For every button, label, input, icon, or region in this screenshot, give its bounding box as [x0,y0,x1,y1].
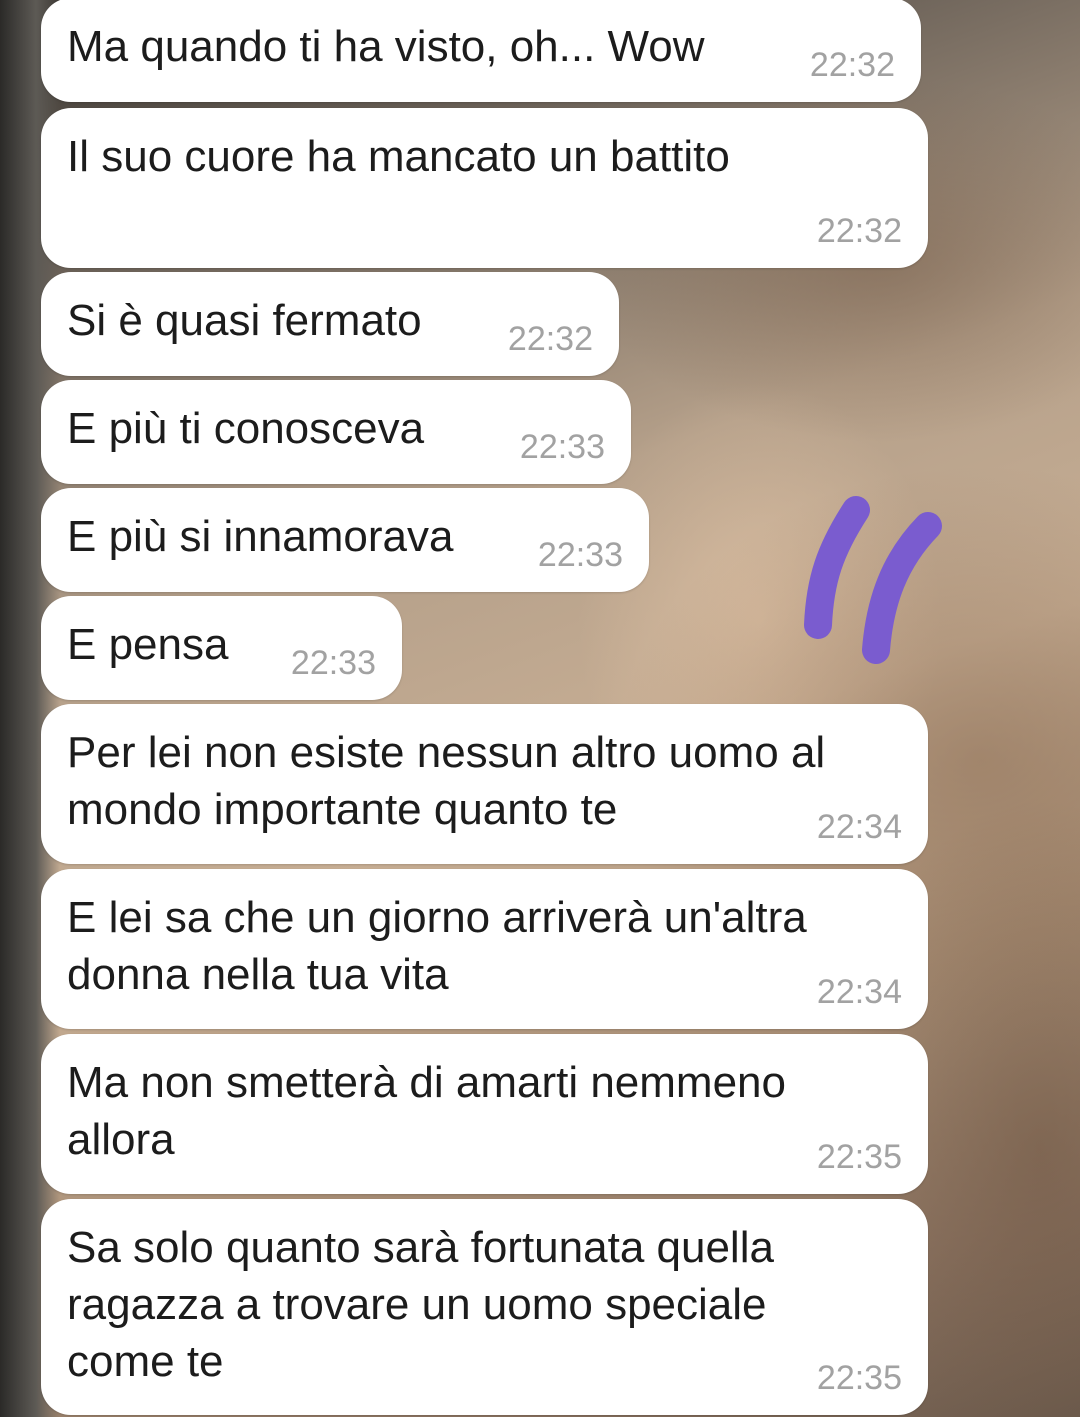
message-bubble[interactable]: Ma non smetterà di amarti nemmeno allora… [41,1034,928,1194]
message-timestamp: 22:35 [816,1138,902,1176]
chat-message-list[interactable]: Ma quando ti ha visto, oh... Wow 22:32 I… [0,0,1080,1417]
message-timestamp: 22:32 [809,46,895,84]
message-timestamp: 22:33 [519,428,605,466]
message-text: E lei sa che un giorno arriverà un'altra… [67,893,807,999]
handwritten-double-quote-icon [804,496,942,664]
message-timestamp: 22:32 [507,320,593,358]
message-timestamp: 22:33 [537,536,623,574]
message-text: Ma quando ti ha visto, oh... Wow [67,22,705,71]
message-timestamp: 22:33 [290,644,376,682]
message-timestamp: 22:34 [816,973,902,1011]
message-text: Sa solo quanto sarà fortunata quella rag… [67,1223,774,1386]
message-bubble[interactable]: Per lei non esiste nessun altro uomo al … [41,704,928,864]
message-bubble[interactable]: Sa solo quanto sarà fortunata quella rag… [41,1199,928,1415]
message-bubble[interactable]: E lei sa che un giorno arriverà un'altra… [41,869,928,1029]
message-text: Ma non smetterà di amarti nemmeno allora [67,1058,786,1164]
message-bubble[interactable]: E pensa 22:33 [41,596,402,700]
message-text: Il suo cuore ha mancato un battito [67,132,730,181]
message-bubble[interactable]: Ma quando ti ha visto, oh... Wow 22:32 [41,0,921,102]
message-bubble[interactable]: E più si innamorava 22:33 [41,488,649,592]
message-timestamp: 22:34 [816,808,902,846]
message-bubble[interactable]: Il suo cuore ha mancato un battito 22:32 [41,108,928,268]
message-timestamp: 22:32 [816,212,902,250]
message-text: Per lei non esiste nessun altro uomo al … [67,728,826,834]
message-timestamp: 22:35 [816,1359,902,1397]
message-bubble[interactable]: Si è quasi fermato 22:32 [41,272,619,376]
message-bubble[interactable]: E più ti conosceva 22:33 [41,380,631,484]
